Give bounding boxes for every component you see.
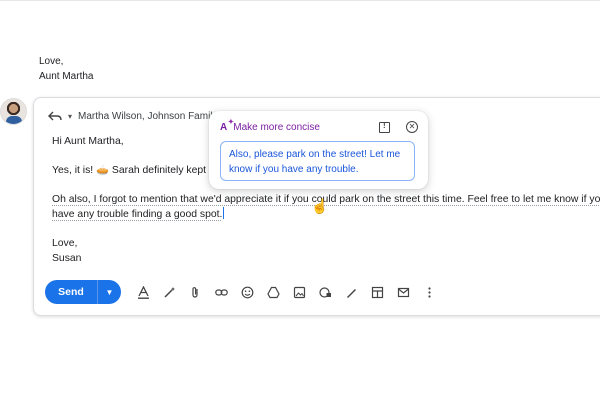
previous-signoff-line: Love, xyxy=(39,56,64,67)
signature-line: Susan xyxy=(52,253,82,264)
popup-header: A✦ Make more concise ✕ xyxy=(220,119,418,135)
text-cursor xyxy=(223,207,225,219)
link-icon[interactable] xyxy=(213,284,229,300)
send-label: Send xyxy=(58,286,84,298)
popup-title: Make more concise xyxy=(233,121,320,133)
hand-cursor-icon: ☝ xyxy=(311,198,329,214)
magic-pen-icon[interactable] xyxy=(161,284,177,300)
drive-icon[interactable] xyxy=(265,284,281,300)
photo-icon[interactable] xyxy=(291,284,307,300)
more-vert-icon[interactable] xyxy=(421,284,437,300)
compose-toolbar: Send ▼ xyxy=(45,279,437,305)
compose-header: ▾ Martha Wilson, Johnson Famil xyxy=(48,107,213,125)
top-divider xyxy=(0,0,600,1)
confidential-icon[interactable] xyxy=(317,284,333,300)
layout-icon[interactable] xyxy=(369,284,385,300)
recipients-field[interactable]: Martha Wilson, Johnson Famil xyxy=(78,111,213,122)
ai-rewrite-icon: A ✦ xyxy=(220,118,234,133)
format-text-icon[interactable] xyxy=(135,284,151,300)
signoff-line: Love, xyxy=(52,238,78,249)
formatting-tools xyxy=(135,284,437,300)
schedule-icon[interactable] xyxy=(395,284,411,300)
suggestion-text[interactable]: Also, please park on the street! Let me … xyxy=(220,141,415,181)
attach-icon[interactable] xyxy=(187,284,203,300)
reply-icon[interactable] xyxy=(48,110,62,122)
signature-icon[interactable] xyxy=(343,284,359,300)
previous-signature-line: Aunt Martha xyxy=(39,71,94,82)
previous-message-signoff: Love, Aunt Martha xyxy=(39,54,93,84)
chevron-down-icon[interactable]: ▾ xyxy=(68,112,72,121)
close-icon[interactable]: ✕ xyxy=(406,121,418,133)
selected-text-line-2: have any trouble finding a good spot. xyxy=(52,209,223,220)
send-options-chevron-icon[interactable]: ▼ xyxy=(98,288,121,297)
feedback-icon[interactable] xyxy=(379,121,390,133)
emoji-icon[interactable] xyxy=(239,284,255,300)
send-button[interactable]: Send ▼ xyxy=(45,280,121,304)
avatar[interactable] xyxy=(0,98,27,125)
help-me-write-popup: A✦ Make more concise ✕ Also, please park… xyxy=(209,111,428,189)
